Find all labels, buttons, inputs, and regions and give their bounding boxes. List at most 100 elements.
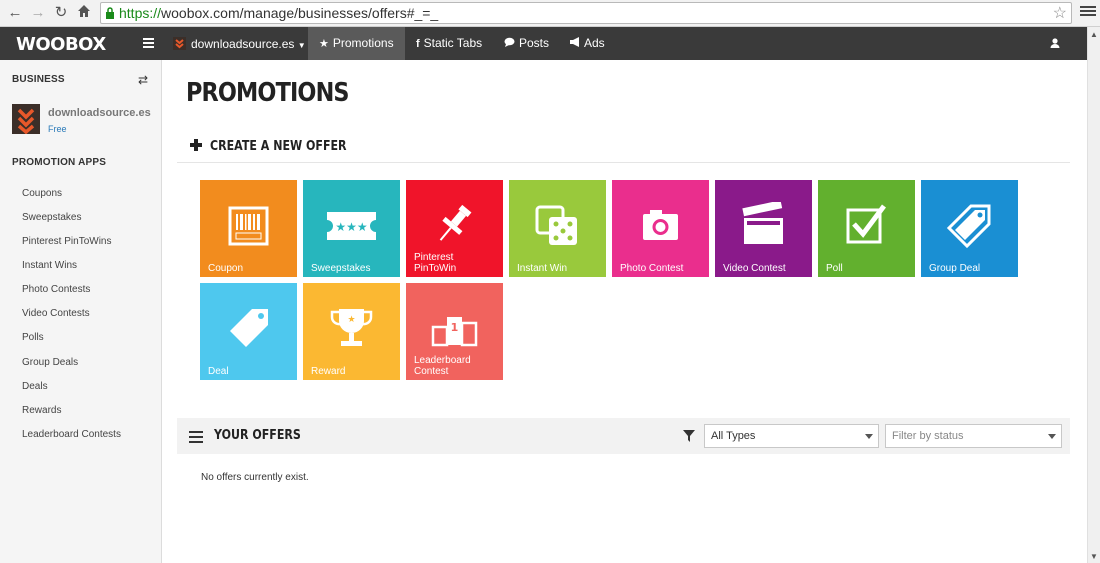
nav-ads[interactable]: Ads: [558, 27, 616, 60]
chevron-down-icon: [865, 434, 873, 439]
plus-icon: [190, 139, 202, 151]
tile-label: Instant Win: [517, 263, 568, 274]
back-arrow-icon[interactable]: ←: [6, 4, 24, 22]
megaphone-icon: [569, 28, 580, 61]
status-filter-select[interactable]: Filter by status: [885, 424, 1062, 448]
url-path: woobox.com/manage/businesses/offers#_=_: [161, 5, 439, 21]
empty-offers-message: No offers currently exist.: [201, 472, 309, 483]
url-text: https://woobox.com/manage/businesses/off…: [119, 5, 438, 21]
tile-coupon[interactable]: Coupon: [200, 180, 297, 277]
type-filter-select[interactable]: All Types: [704, 424, 879, 448]
app-navbar: WOOBOX downloadsource.es ▼ ★ Promotions f…: [0, 27, 1087, 60]
sidebar-item-sweepstakes[interactable]: Sweepstakes: [22, 212, 81, 223]
bookmark-star-icon[interactable]: ☆: [1053, 3, 1067, 23]
tile-label: Photo Contest: [620, 263, 684, 274]
tile-label: Group Deal: [929, 263, 981, 274]
tile-pinterest[interactable]: Pinterest PinToWin: [406, 180, 503, 277]
sidebar-item-coupons[interactable]: Coupons: [22, 188, 62, 199]
create-new-offer[interactable]: CREATE A NEW OFFER: [190, 137, 371, 154]
tile-reward[interactable]: ★ Reward: [303, 283, 400, 380]
tile-group-deal[interactable]: Group Deal: [921, 180, 1018, 277]
type-filter-value: All Types: [711, 430, 756, 442]
caret-down-icon: ▼: [297, 41, 306, 50]
tile-label: Sweepstakes: [311, 263, 371, 274]
page-scrollbar[interactable]: ▲ ▼: [1087, 27, 1100, 563]
ticket-icon: ★★★: [327, 212, 376, 240]
sidebar-toggle-icon[interactable]: [143, 38, 154, 50]
business-logo-icon: [173, 37, 186, 50]
tile-label: Leaderboard Contest: [414, 355, 471, 377]
sidebar-item-leaderboard-contests[interactable]: Leaderboard Contests: [22, 429, 121, 440]
nav-static-tabs-label: Static Tabs: [423, 36, 483, 50]
tile-label: Video Contest: [723, 263, 786, 274]
nav-posts[interactable]: Posts: [493, 27, 560, 60]
business-plan[interactable]: Free: [48, 124, 67, 134]
business-name[interactable]: downloadsource.es: [48, 107, 151, 119]
lock-icon: [106, 7, 114, 19]
filter-icon: [683, 430, 695, 442]
podium-icon: 1: [431, 317, 478, 347]
tile-label: Deal: [208, 366, 229, 377]
chevron-down-icon: [1048, 434, 1056, 439]
pushpin-icon: [439, 204, 472, 241]
tile-leaderboard-contest[interactable]: 1 Leaderboard Contest: [406, 283, 503, 380]
tag-icon: [230, 309, 268, 347]
sidebar-item-photo-contests[interactable]: Photo Contests: [22, 284, 90, 295]
promotion-apps-heading: PROMOTION APPS: [12, 157, 107, 168]
business-heading: BUSINESS: [12, 74, 65, 85]
divider: [177, 162, 1070, 163]
home-icon[interactable]: [75, 4, 93, 22]
your-offers-title: YOUR OFFERS: [214, 428, 301, 443]
tile-sweepstakes[interactable]: ★★★ Sweepstakes: [303, 180, 400, 277]
sidebar-item-rewards[interactable]: Rewards: [22, 405, 61, 416]
svg-text:★★★: ★★★: [335, 220, 367, 234]
create-new-offer-label: CREATE A NEW OFFER: [210, 139, 347, 154]
tags-icon: [946, 204, 991, 249]
sidebar-item-instant-wins[interactable]: Instant Wins: [22, 260, 77, 271]
sidebar: BUSINESS ⇄ downloadsource.es Free PROMOT…: [0, 60, 162, 563]
user-icon[interactable]: [1050, 38, 1060, 48]
scroll-down-icon[interactable]: ▼: [1090, 552, 1098, 561]
switch-business-icon[interactable]: ⇄: [138, 73, 148, 87]
tile-photo-contest[interactable]: Photo Contest: [612, 180, 709, 277]
tile-instant-win[interactable]: Instant Win: [509, 180, 606, 277]
tile-label: Reward: [311, 366, 346, 377]
browser-toolbar: ← → ↻ https://woobox.com/manage/business…: [0, 0, 1100, 27]
reload-icon[interactable]: ↻: [52, 4, 70, 22]
facebook-icon: f: [416, 38, 420, 50]
url-scheme: https://: [119, 5, 162, 21]
nav-promotions[interactable]: ★ Promotions: [308, 27, 405, 60]
status-filter-placeholder: Filter by status: [892, 430, 964, 442]
forward-arrow-icon[interactable]: →: [29, 4, 47, 22]
trophy-icon: ★: [330, 309, 373, 346]
woobox-logo[interactable]: WOOBOX: [16, 34, 106, 55]
sidebar-item-polls[interactable]: Polls: [22, 332, 44, 343]
sidebar-item-pinterest[interactable]: Pinterest PinToWins: [22, 236, 111, 247]
svg-text:1: 1: [451, 321, 459, 334]
nav-posts-label: Posts: [519, 36, 550, 50]
tile-poll[interactable]: Poll: [818, 180, 915, 277]
browser-menu-icon[interactable]: [1080, 4, 1096, 20]
sidebar-item-deals[interactable]: Deals: [22, 381, 48, 392]
chat-icon: [504, 28, 515, 61]
sidebar-item-video-contests[interactable]: Video Contests: [22, 308, 90, 319]
tile-video-contest[interactable]: Video Contest: [715, 180, 812, 277]
business-switcher-label: downloadsource.es: [191, 37, 295, 51]
business-logo: [12, 104, 40, 135]
scroll-up-icon[interactable]: ▲: [1090, 30, 1098, 39]
tile-label: Pinterest PinToWin: [414, 252, 457, 274]
business-switcher[interactable]: downloadsource.es ▼: [173, 34, 306, 54]
your-offers-bar: YOUR OFFERS All Types Filter by status: [177, 418, 1070, 454]
star-icon: ★: [319, 38, 329, 50]
sidebar-item-group-deals[interactable]: Group Deals: [22, 357, 78, 368]
nav-promotions-label: Promotions: [332, 36, 394, 50]
nav-ads-label: Ads: [584, 36, 605, 50]
list-icon: [189, 431, 203, 446]
address-bar[interactable]: https://woobox.com/manage/businesses/off…: [100, 2, 1072, 24]
dice-icon: [535, 205, 577, 245]
barcode-icon: [228, 206, 269, 246]
clapperboard-icon: [742, 202, 783, 244]
nav-static-tabs[interactable]: f Static Tabs: [405, 27, 493, 60]
tile-deal[interactable]: Deal: [200, 283, 297, 380]
camera-icon: [643, 210, 678, 240]
